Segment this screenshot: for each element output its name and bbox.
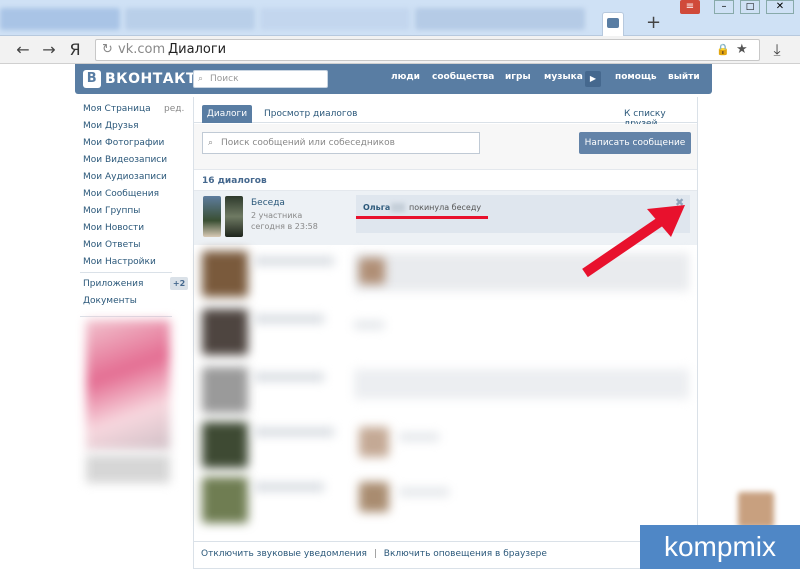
vk-logo-icon: В [83,70,101,88]
vk-logo-text: ВКОНТАКТЕ [105,71,207,87]
menu-docs[interactable]: Документы [83,296,137,306]
sender-surname-redacted [391,203,405,212]
participant-avatar [203,196,221,237]
menu-news[interactable]: Мои Новости [83,223,144,233]
disable-sound-link[interactable]: Отключить звуковые уведомления [201,549,367,559]
ad-image[interactable] [86,320,170,450]
conversation-time: сегодня в 23:58 [251,222,318,231]
list-item-message [399,433,439,441]
new-tab-icon[interactable]: + [646,12,661,33]
annotation-arrow-icon [582,205,685,278]
write-message-button[interactable]: Написать сообщение [579,132,691,154]
avatar [359,258,385,284]
footer-separator: | [373,549,377,559]
menu-videos[interactable]: Мои Видеозаписи [83,155,167,165]
menu-divider [80,272,172,273]
menu-edit-link[interactable]: ред. [164,104,184,114]
vk-search-placeholder: Поиск [210,74,239,84]
avatar[interactable] [202,251,248,297]
list-item-message [354,369,689,399]
tab-dialogs[interactable]: Диалоги [202,105,252,123]
nav-music[interactable]: музыка [544,72,583,82]
search-icon: ⌕ [208,138,214,148]
browser-tab[interactable] [125,8,255,30]
menu-my-page[interactable]: Моя Страница [83,104,151,114]
browser-tab-strip: + ≡ – □ ✕ [0,0,800,36]
conversation-title[interactable]: Беседа [251,198,285,208]
menu-answers[interactable]: Мои Ответы [83,240,141,250]
message-search-input[interactable]: ⌕ Поиск сообщений или собеседников [202,132,480,154]
avatar[interactable] [202,422,248,468]
tab-view-dialogs[interactable]: Просмотр диалогов [264,109,357,119]
avatar [359,427,389,457]
back-arrow-icon[interactable]: ← [12,39,34,61]
list-item-text [254,315,324,323]
menu-photos[interactable]: Мои Фотографии [83,138,164,148]
message-search-placeholder: Поиск сообщений или собеседников [221,138,395,148]
participant-avatar [225,196,243,237]
url-host: vk.com [118,42,166,57]
menu-messages[interactable]: Мои Сообщения [83,189,159,199]
refresh-icon[interactable]: ↻ [102,40,113,60]
forward-arrow-icon[interactable]: → [38,39,60,61]
menu-friends[interactable]: Мои Друзья [83,121,139,131]
avatar[interactable] [202,477,248,523]
dialogs-panel: Диалоги Просмотр диалогов К списку друзе… [193,97,698,569]
vk-header: В ВКОНТАКТЕ ⌕ Поиск люди сообщества игры… [75,64,712,94]
browser-tab[interactable] [0,8,120,30]
lock-icon: 🔒 [716,43,730,56]
list-item-text [254,428,334,436]
url-title: Диалоги [168,42,227,57]
menu-groups[interactable]: Мои Группы [83,206,140,216]
star-icon[interactable]: ★ [736,40,748,60]
ad-text[interactable] [86,455,170,483]
message-text: покинула беседу [409,203,482,212]
menu-divider [80,316,172,317]
apps-badge[interactable]: +2 [170,277,188,290]
nav-help[interactable]: помощь [615,72,657,82]
active-tab[interactable] [602,12,624,36]
nav-people[interactable]: люди [391,72,420,82]
nav-games[interactable]: игры [505,72,531,82]
list-item-message [354,321,384,329]
menu-settings[interactable]: Мои Настройки [83,257,156,267]
dialogs-footer: Отключить звуковые уведомления | Включит… [193,541,703,565]
vk-favicon-icon [607,18,619,28]
avatar [359,482,389,512]
close-window-icon[interactable]: ✕ [766,0,794,14]
nav-communities[interactable]: сообщества [432,72,494,82]
maximize-icon[interactable]: □ [740,0,760,14]
url-input[interactable]: ↻ vk.com Диалоги 🔒 ★ [95,39,760,61]
yandex-logo[interactable]: Я [64,39,86,61]
menu-icon[interactable]: ≡ [680,0,700,14]
watermark: kompmix [640,525,800,569]
dialogs-count: 16 диалогов [202,176,267,186]
play-icon[interactable]: ▶ [585,71,601,87]
conversation-participants: 2 участника [251,211,303,220]
chat-avatar[interactable] [738,492,774,528]
vk-logo[interactable]: В ВКОНТАКТЕ [83,70,206,88]
browser-tab[interactable] [415,8,585,30]
avatar[interactable] [202,309,248,355]
nav-logout[interactable]: выйти [668,72,700,82]
menu-apps[interactable]: Приложения [83,279,143,289]
list-item-text [254,483,324,491]
vk-search-input[interactable]: ⌕ Поиск [193,70,328,88]
message-sender[interactable]: Ольга [363,203,390,212]
list-item-text [254,257,334,265]
search-icon: ⌕ [198,74,204,84]
list-item-text [254,373,324,381]
download-icon[interactable]: ⤓ [766,39,788,61]
browser-address-bar: ← → Я ↻ vk.com Диалоги 🔒 ★ ⤓ [0,36,800,64]
menu-audio[interactable]: Мои Аудиозаписи [83,172,167,182]
minimize-icon[interactable]: – [714,0,734,14]
list-item-message [399,488,449,496]
underline-annotation [356,216,488,219]
enable-browser-notifications-link[interactable]: Включить оповещения в браузере [384,549,547,559]
avatar[interactable] [202,367,248,413]
browser-tab[interactable] [260,8,410,30]
